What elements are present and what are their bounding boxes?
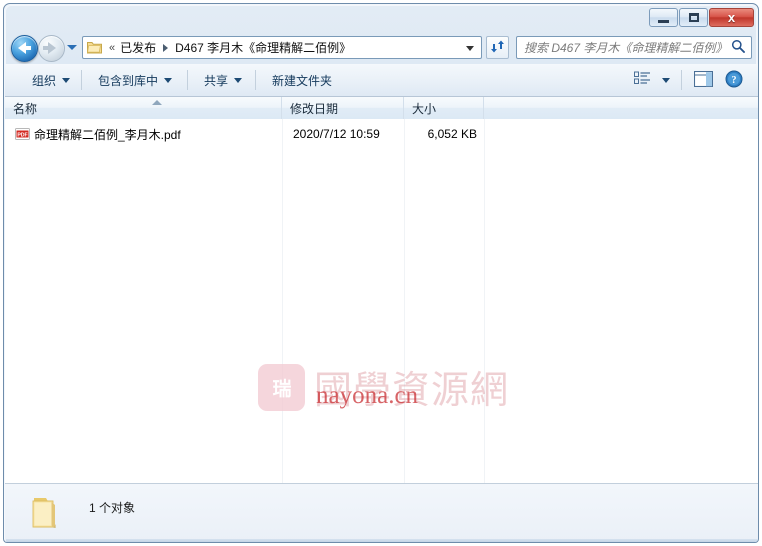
breadcrumb-overflow-icon[interactable]: «	[106, 42, 118, 54]
chevron-down-icon	[234, 78, 243, 83]
toolbar-divider	[255, 70, 256, 90]
column-gridline	[404, 119, 405, 483]
column-headers: 名称 修改日期 大小	[5, 97, 758, 120]
recent-locations-dropdown[interactable]	[67, 45, 77, 50]
minimize-icon	[650, 9, 677, 26]
window-bottom-edge	[6, 539, 758, 542]
address-bar[interactable]: « 已发布 D467 李月木《命理精解二佰例》	[82, 36, 482, 59]
chevron-down-icon	[62, 78, 71, 83]
toolbar-include-in-library-label: 包含到库中	[98, 74, 159, 88]
forward-button[interactable]	[38, 35, 65, 62]
file-size-cell: 6,052 KB	[427, 127, 477, 141]
view-mode-dropdown[interactable]	[657, 69, 675, 91]
maximize-icon	[680, 9, 707, 26]
arrow-right-icon	[43, 42, 56, 54]
column-header-name[interactable]: 名称	[5, 97, 282, 119]
column-header-date[interactable]: 修改日期	[282, 97, 404, 119]
chevron-down-icon[interactable]	[466, 46, 474, 51]
pdf-file-icon: PDF	[15, 127, 30, 142]
toolbar-organize-label: 组织	[32, 74, 57, 88]
refresh-button[interactable]	[486, 36, 509, 59]
column-header-date-label: 修改日期	[290, 101, 339, 116]
svg-text:PDF: PDF	[17, 132, 27, 138]
sort-ascending-icon	[152, 100, 162, 105]
watermark: 瑞 國學資源網 nayona.cn	[258, 362, 528, 424]
command-toolbar: 组织 包含到库中 共享 新建文件夹 ?	[5, 64, 758, 97]
toolbar-divider	[681, 70, 682, 90]
navigation-bar: « 已发布 D467 李月木《命理精解二佰例》 搜索 D467 李月木《命理精解…	[4, 31, 758, 64]
arrow-left-icon	[18, 42, 31, 54]
column-header-name-label: 名称	[13, 101, 38, 116]
explorer-window: x « 已发布 D467 李月木《命理精解二佰例》 搜索 D467 李月木《命理…	[3, 3, 759, 543]
chevron-right-icon	[163, 43, 169, 52]
maximize-button[interactable]	[679, 8, 708, 27]
toolbar-share-button[interactable]: 共享	[197, 70, 249, 91]
view-list-icon	[633, 71, 651, 89]
toolbar-share-label: 共享	[204, 74, 229, 88]
status-item-count: 1 个对象	[89, 501, 136, 515]
column-header-filler	[484, 97, 758, 119]
breadcrumb: « 已发布 D467 李月木《命理精解二佰例》	[106, 38, 353, 57]
toolbar-new-folder-label: 新建文件夹	[272, 74, 333, 88]
chevron-down-icon	[164, 78, 173, 83]
column-gridline	[484, 119, 485, 483]
column-gridline	[282, 119, 283, 483]
toolbar-divider	[187, 70, 188, 90]
file-date-cell: 2020/7/12 10:59	[293, 127, 380, 141]
file-name-cell[interactable]: PDF 命理精解二佰例_李月木.pdf	[15, 126, 181, 143]
toolbar-new-folder-button[interactable]: 新建文件夹	[265, 70, 339, 91]
toolbar-include-in-library-button[interactable]: 包含到库中	[91, 70, 179, 91]
window-controls: x	[649, 8, 754, 27]
back-button[interactable]	[11, 35, 38, 62]
status-bar: 1 个对象	[5, 483, 758, 542]
column-header-size[interactable]: 大小	[404, 97, 484, 119]
breadcrumb-item-1[interactable]: D467 李月木《命理精解二佰例》	[173, 38, 353, 57]
table-row[interactable]: PDF 命理精解二佰例_李月木.pdf 2020/7/12 10:59 6,05…	[5, 124, 758, 144]
close-icon: x	[727, 10, 736, 25]
help-icon: ?	[725, 70, 743, 91]
search-input[interactable]: 搜索 D467 李月木《命理精解二佰例》	[524, 39, 731, 56]
column-header-size-label: 大小	[412, 101, 437, 116]
preview-pane-button[interactable]	[691, 69, 715, 91]
svg-text:?: ?	[732, 75, 737, 86]
file-name-text: 命理精解二佰例_李月木.pdf	[34, 127, 181, 142]
title-bar[interactable]: x	[4, 4, 758, 31]
help-button[interactable]: ?	[723, 69, 745, 91]
toolbar-divider	[81, 70, 82, 90]
search-icon[interactable]	[731, 39, 745, 56]
breadcrumb-item-0[interactable]: 已发布	[118, 38, 158, 57]
toolbar-organize-button[interactable]: 组织	[25, 70, 77, 91]
folder-icon	[87, 41, 102, 54]
minimize-button[interactable]	[649, 8, 678, 27]
search-box[interactable]: 搜索 D467 李月木《命理精解二佰例》	[516, 36, 752, 59]
view-mode-button[interactable]	[631, 69, 653, 91]
watermark-site-name: 國學資源網	[314, 370, 510, 412]
watermark-url: nayona.cn	[316, 382, 419, 409]
close-button[interactable]: x	[709, 8, 754, 27]
preview-pane-icon	[693, 70, 713, 90]
folder-icon	[29, 495, 67, 531]
refresh-icon	[490, 39, 505, 57]
chevron-down-icon	[662, 77, 670, 83]
file-list[interactable]: PDF 命理精解二佰例_李月木.pdf 2020/7/12 10:59 6,05…	[5, 119, 758, 483]
